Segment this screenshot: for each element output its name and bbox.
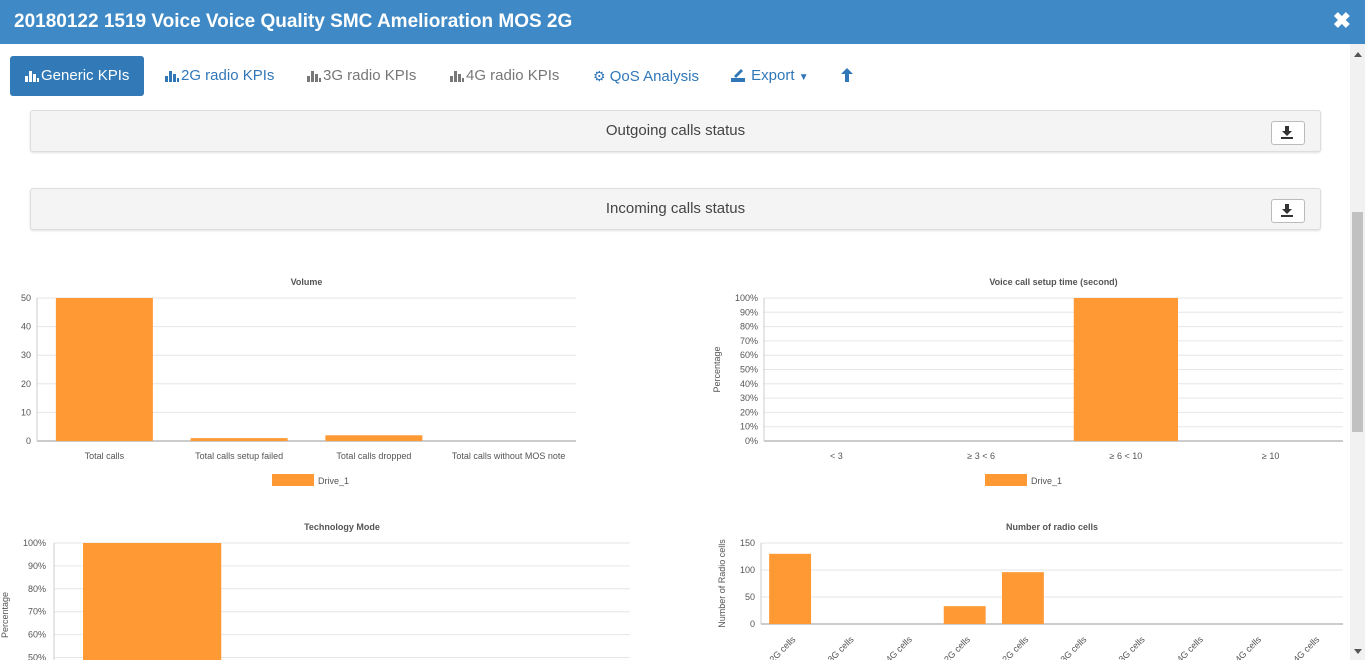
y-tick-label: 30% [740, 393, 758, 403]
bar [1001, 572, 1044, 624]
y-axis-label: Number of Radio cells [717, 539, 727, 628]
y-tick-label: 20 [21, 379, 31, 389]
chart-title: Voice call setup time (second) [989, 277, 1117, 287]
y-tick-label: 50% [740, 365, 758, 375]
bar [83, 543, 222, 660]
y-tick-label: 80% [740, 322, 758, 332]
y-tick-label: 70% [740, 336, 758, 346]
bar [325, 435, 423, 441]
x-tick-label: 2G cells [1000, 634, 1030, 660]
y-tick-label: 100% [735, 293, 758, 303]
legend-swatch [272, 474, 314, 486]
y-tick-label: 50 [745, 592, 755, 602]
chart-title: Number of radio cells [1006, 522, 1098, 532]
chart-title: Volume [291, 277, 323, 287]
x-tick-label: Total calls without MOS note [452, 451, 566, 461]
bar [1073, 298, 1178, 441]
x-tick-label: 3G cells [1117, 634, 1147, 660]
x-tick-label: 2G cells [767, 634, 797, 660]
y-tick-label: 70% [28, 607, 46, 617]
scrollbar-thumb[interactable] [1352, 212, 1363, 432]
y-tick-label: 30 [21, 350, 31, 360]
x-tick-label: 4G cells [884, 634, 914, 660]
y-tick-label: 60% [28, 630, 46, 640]
x-tick-label: Total calls setup failed [195, 451, 283, 461]
bar [190, 438, 288, 441]
chart-title: Technology Mode [304, 522, 380, 532]
x-tick-label: 4G cells [1291, 634, 1321, 660]
y-axis-label: Percentage [712, 346, 722, 392]
y-tick-label: 50 [21, 293, 31, 303]
legend-swatch [985, 474, 1027, 486]
bar [769, 553, 812, 624]
legend-label: Drive_1 [1031, 476, 1062, 486]
scroll-down-arrow[interactable] [1354, 649, 1362, 654]
y-tick-label: 60% [740, 350, 758, 360]
x-tick-label: < 3 [830, 451, 843, 461]
y-tick-label: 10 [21, 407, 31, 417]
x-tick-label: ≥ 3 < 6 [967, 451, 995, 461]
y-tick-label: 0 [26, 436, 31, 446]
x-tick-label: 4G cells [1175, 634, 1205, 660]
y-tick-label: 0 [750, 619, 755, 629]
y-tick-label: 90% [28, 561, 46, 571]
x-tick-label: Total calls dropped [336, 451, 411, 461]
x-tick-label: 2G cells [942, 634, 972, 660]
y-axis-label: Percentage [0, 592, 10, 638]
y-tick-label: 90% [740, 307, 758, 317]
x-tick-label: ≥ 10 [1262, 451, 1279, 461]
x-tick-label: 3G cells [826, 634, 856, 660]
bar [943, 606, 986, 624]
y-tick-label: 0% [745, 436, 758, 446]
vertical-scrollbar[interactable] [1350, 44, 1365, 660]
y-tick-label: 50% [28, 653, 46, 660]
x-tick-label: 3G cells [1058, 634, 1088, 660]
charts-area: Volume 0 10 20 30 40 50 Total calls Total calls … [0, 277, 1343, 660]
x-tick-label: 4G cells [1233, 634, 1263, 660]
bar [55, 298, 153, 441]
y-tick-label: 80% [28, 584, 46, 594]
y-tick-label: 40 [21, 322, 31, 332]
y-tick-label: 40% [740, 379, 758, 389]
x-tick-label: ≥ 6 < 10 [1110, 451, 1143, 461]
scroll-up-arrow[interactable] [1354, 52, 1362, 57]
y-tick-label: 20% [740, 407, 758, 417]
x-tick-label: Total calls [85, 451, 125, 461]
y-tick-label: 100% [23, 538, 46, 548]
y-tick-label: 150 [740, 538, 755, 548]
legend-label: Drive_1 [318, 476, 349, 486]
y-tick-label: 10% [740, 422, 758, 432]
y-tick-label: 100 [740, 565, 755, 575]
